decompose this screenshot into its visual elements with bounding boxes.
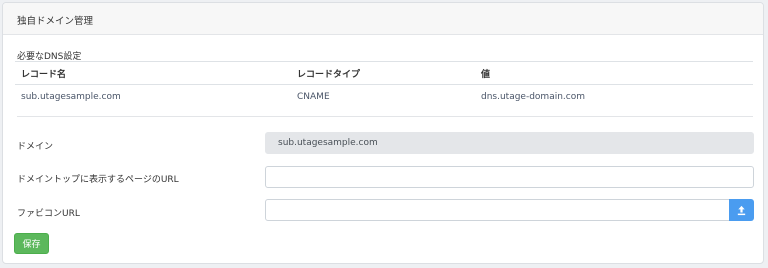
domain-settings-card: 独自ドメイン管理 必要なDNS設定 レコード名 レコードタイプ 値 sub.ut…	[2, 2, 764, 264]
card-title: 独自ドメイン管理	[17, 16, 94, 27]
top-page-url-label: ドメイントップに表示するページのURL	[17, 175, 179, 185]
card-header: 独自ドメイン管理	[3, 3, 763, 35]
column-header-value: 値	[481, 70, 491, 80]
favicon-url-group	[265, 199, 754, 221]
column-header-record-name: レコード名	[21, 70, 67, 80]
domain-label: ドメイン	[17, 142, 54, 152]
record-name-cell: sub.utagesample.com	[21, 92, 121, 102]
table-row: sub.utagesample.com CNAME dns.utage-doma…	[15, 85, 753, 107]
dns-table: レコード名 レコードタイプ 値 sub.utagesample.com CNAM…	[15, 61, 753, 107]
record-type-cell: CNAME	[297, 92, 330, 102]
domain-field: sub.utagesample.com	[265, 132, 754, 154]
section-divider	[17, 116, 753, 117]
upload-icon	[737, 205, 746, 215]
favicon-upload-button[interactable]	[729, 199, 754, 221]
favicon-url-input[interactable]	[265, 199, 730, 221]
save-button[interactable]: 保存	[14, 233, 49, 254]
record-value-cell: dns.utage-domain.com	[481, 92, 586, 102]
favicon-url-label: ファビコンURL	[17, 209, 80, 219]
top-page-url-input[interactable]	[265, 166, 754, 188]
column-header-record-type: レコードタイプ	[297, 70, 361, 80]
dns-table-header: レコード名 レコードタイプ 値	[15, 61, 753, 85]
